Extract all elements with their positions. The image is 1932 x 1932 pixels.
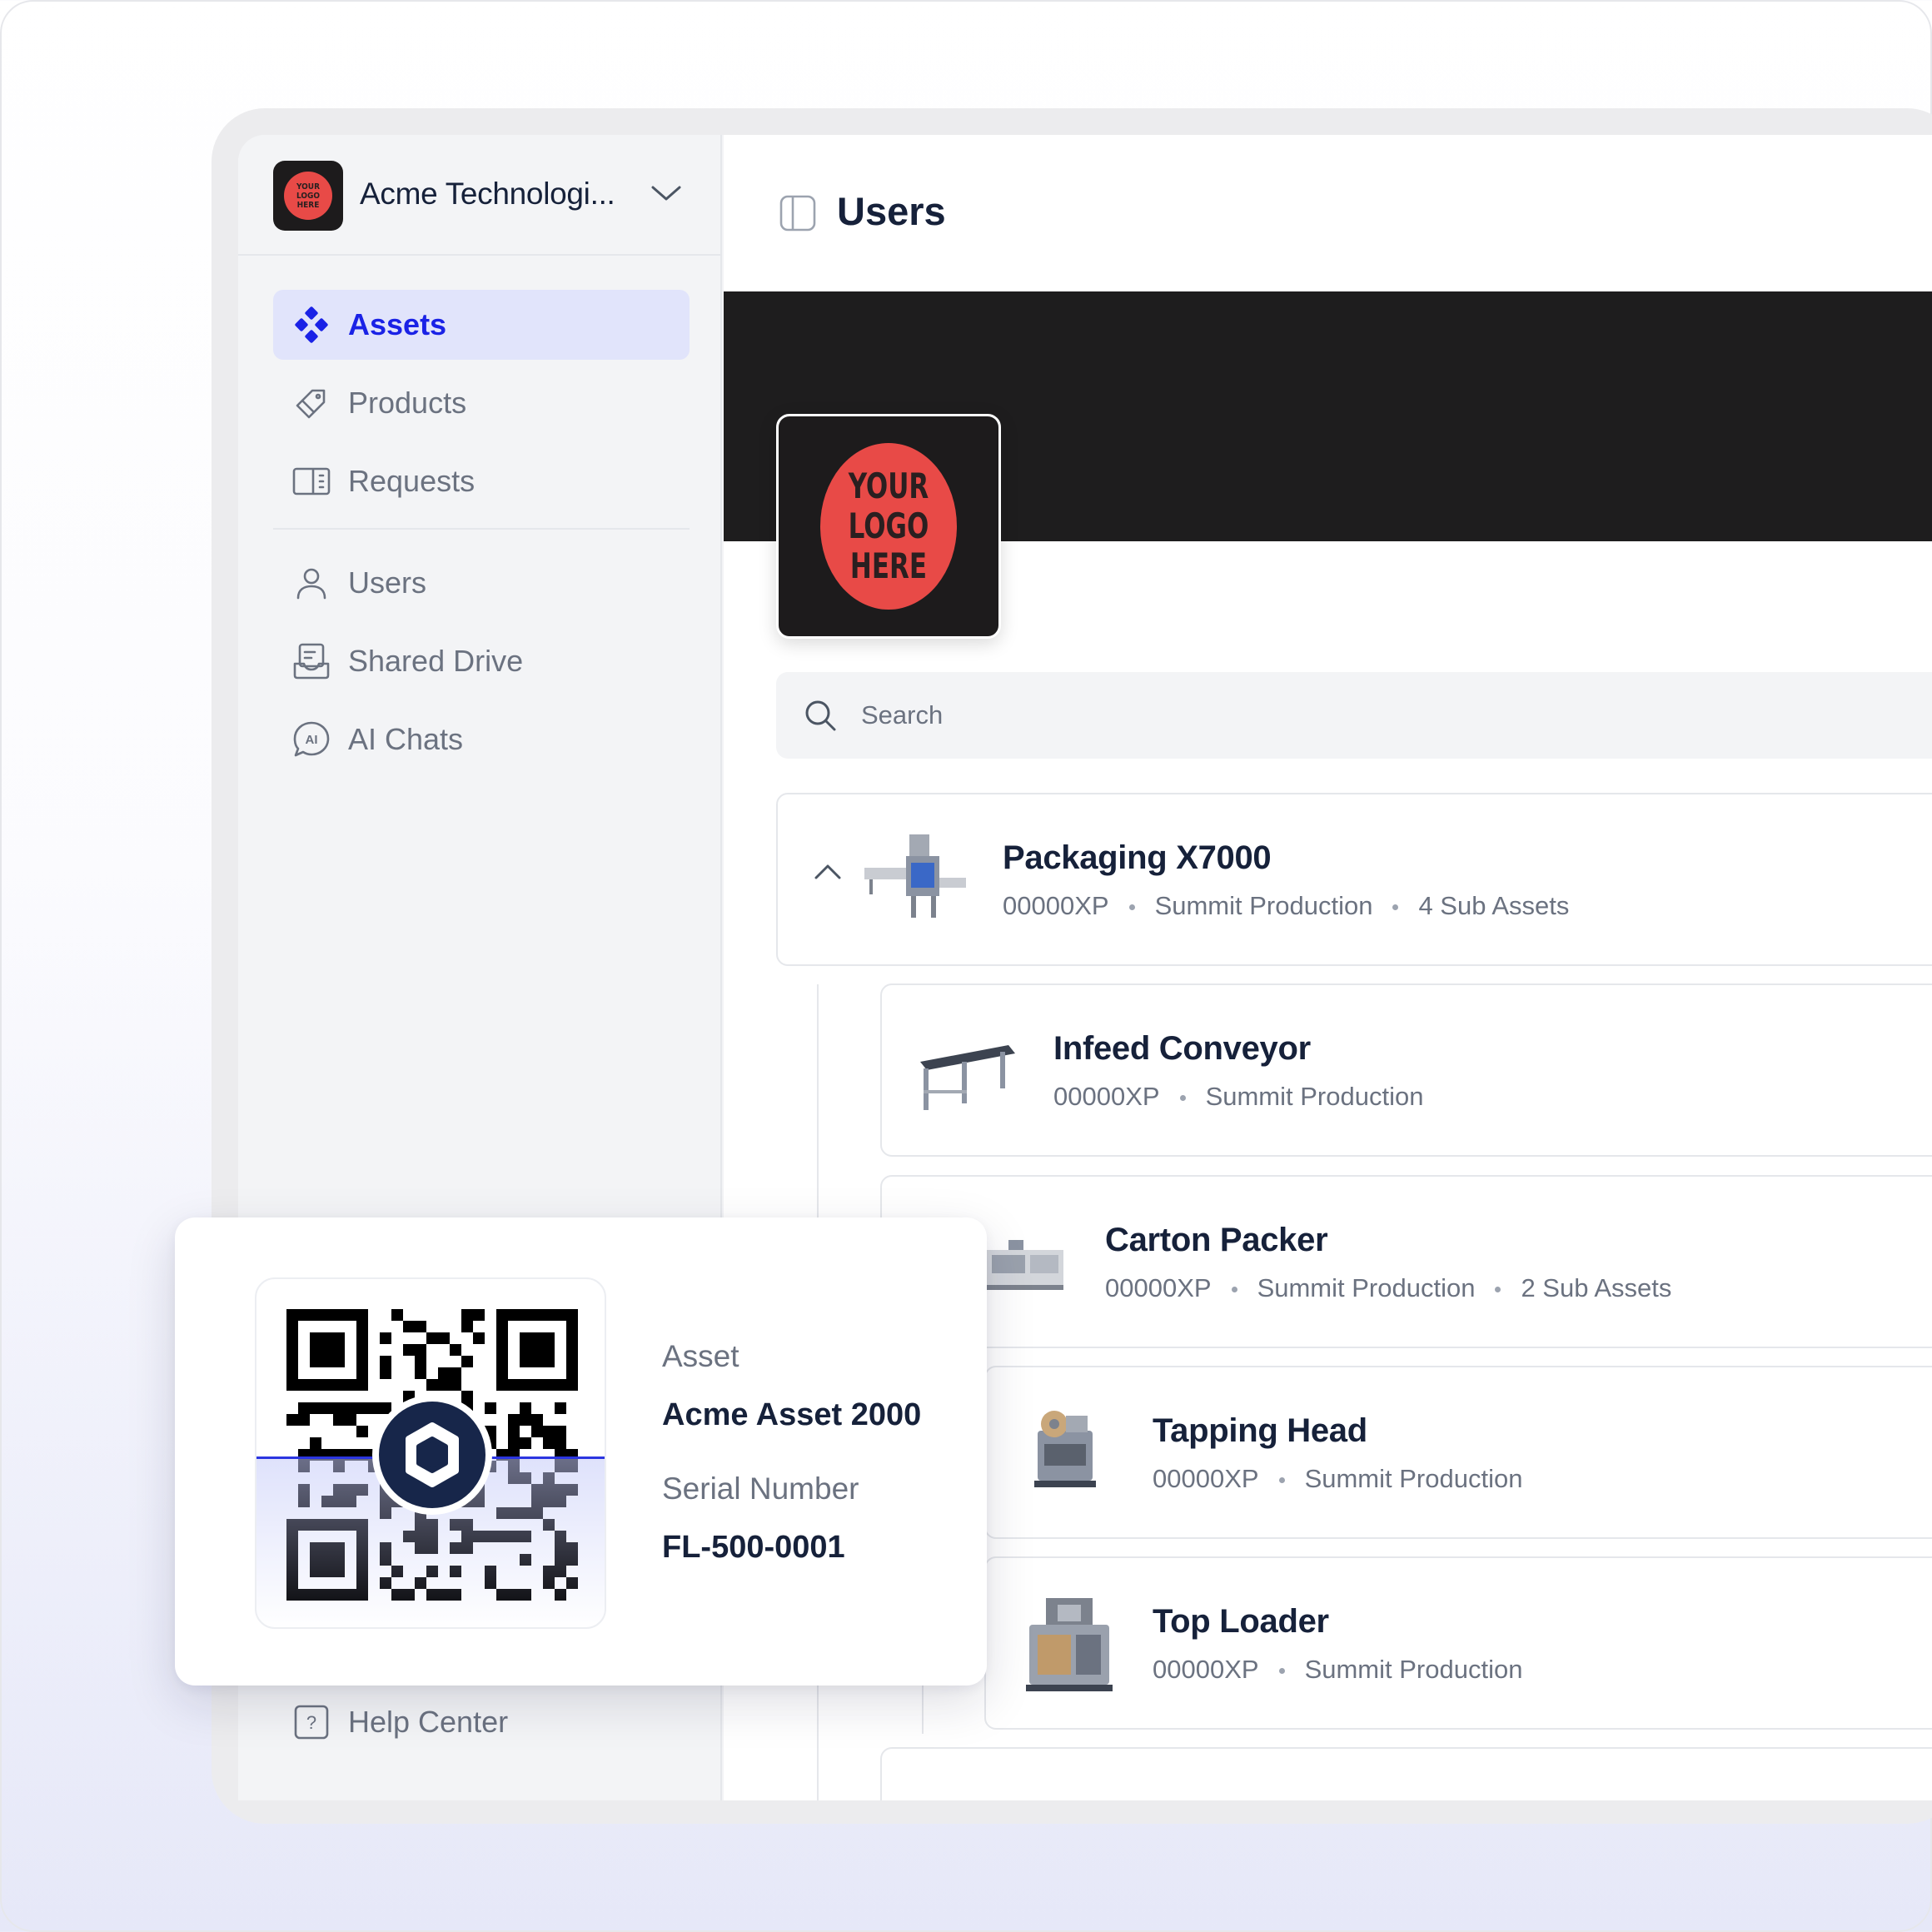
separator-dot <box>1495 1287 1501 1293</box>
sidebar-nav: Assets Products Requests Users Shared Dr… <box>273 290 690 783</box>
asset-name: Top Loader <box>1153 1603 1329 1640</box>
asset-meta: 00000XP Summit Production <box>1153 1464 1522 1494</box>
qr-code-frame <box>255 1277 606 1629</box>
assets-icon <box>290 303 333 346</box>
sidebar-item-label: Products <box>348 386 467 420</box>
qr-asset-card: Asset Acme Asset 2000 Serial Number FL-5… <box>175 1217 987 1686</box>
asset-code: 00000XP <box>1003 891 1109 920</box>
search-input[interactable]: Search <box>776 672 1932 759</box>
page-header: Users <box>724 135 1932 291</box>
asset-row[interactable]: Top Loader 00000XP Summit Production <box>984 1556 1932 1730</box>
sidebar-item-requests[interactable]: Requests <box>273 446 690 516</box>
org-switcher[interactable]: YOUR LOGO HERE Acme Technologi... <box>238 135 722 256</box>
brand-logo-icon <box>372 1395 492 1515</box>
asset-location: Summit Production <box>1304 1655 1523 1684</box>
page-title: Users <box>837 189 946 233</box>
logo-text-line-3: HERE <box>849 545 928 586</box>
separator-dot <box>1392 904 1399 911</box>
help-icon: ? <box>290 1700 333 1744</box>
serial-number-label: Serial Number <box>662 1471 859 1506</box>
asset-name: Carton Packer <box>1105 1222 1328 1258</box>
help-center-link[interactable]: ? Help Center <box>290 1700 508 1744</box>
svg-text:AI: AI <box>306 733 318 747</box>
asset-row[interactable]: Packaging X7000 00000XP Summit Production… <box>776 793 1932 966</box>
asset-value: Acme Asset 2000 <box>662 1397 922 1432</box>
tag-icon <box>290 381 333 425</box>
asset-thumbnail <box>864 834 966 918</box>
sidebar-item-assets[interactable]: Assets <box>273 290 690 360</box>
separator-dot <box>1179 1095 1186 1102</box>
sidebar-item-label: AI Chats <box>348 722 464 756</box>
asset-row[interactable] <box>880 1747 1932 1800</box>
asset-label: Asset <box>662 1339 739 1373</box>
drive-icon <box>290 640 333 683</box>
asset-location: Summit Production <box>1154 891 1373 920</box>
serial-number-value: FL-500-0001 <box>662 1530 845 1565</box>
separator-dot <box>1278 1477 1285 1484</box>
sidebar-item-shared-drive[interactable]: Shared Drive <box>273 626 690 696</box>
asset-code: 00000XP <box>1153 1655 1259 1684</box>
org-logo-text-3: HERE <box>296 200 320 210</box>
sidebar-item-label: Shared Drive <box>348 644 524 678</box>
asset-thumbnail <box>1026 1598 1113 1691</box>
sidebar-item-users[interactable]: Users <box>273 548 690 618</box>
search-icon <box>805 700 836 731</box>
sub-assets-count: 4 Sub Assets <box>1418 891 1570 920</box>
separator-dot <box>1231 1287 1237 1293</box>
asset-thumbnail <box>1034 1411 1096 1487</box>
asset-name: Tapping Head <box>1153 1412 1367 1449</box>
asset-location: Summit Production <box>1257 1273 1476 1302</box>
org-logo-text-1: YOUR <box>296 182 321 192</box>
sidebar-item-label: Requests <box>348 464 476 498</box>
profile-logo: YOUR LOGO HERE <box>776 414 1001 639</box>
asset-meta: 00000XP Summit Production <box>1053 1082 1423 1112</box>
asset-code: 00000XP <box>1105 1273 1212 1302</box>
asset-location: Summit Production <box>1304 1464 1523 1493</box>
nav-divider <box>273 528 690 530</box>
asset-row[interactable]: Tapping Head 00000XP Summit Production <box>984 1366 1932 1539</box>
help-center-label: Help Center <box>348 1705 509 1739</box>
separator-dot <box>1278 1668 1285 1675</box>
sidebar-item-ai-chats[interactable]: AI AI Chats <box>273 705 690 774</box>
asset-meta: 00000XP Summit Production 2 Sub Assets <box>1105 1273 1671 1303</box>
asset-name: Infeed Conveyor <box>1053 1030 1311 1067</box>
chevron-down-icon[interactable] <box>650 181 683 206</box>
org-logo-text-2: LOGO <box>296 191 321 201</box>
asset-meta: 00000XP Summit Production 4 Sub Assets <box>1003 891 1569 921</box>
sub-assets-count: 2 Sub Assets <box>1521 1273 1672 1302</box>
asset-location: Summit Production <box>1205 1082 1424 1111</box>
asset-thumbnail <box>920 1045 1015 1110</box>
sidebar-toggle-icon[interactable] <box>779 194 817 232</box>
asset-thumbnail <box>987 1240 1063 1290</box>
sidebar-item-products[interactable]: Products <box>273 368 690 438</box>
requests-icon <box>290 460 333 503</box>
asset-code: 00000XP <box>1153 1464 1259 1493</box>
asset-row[interactable]: Carton Packer 00000XP Summit Production 2 … <box>880 1175 1932 1348</box>
asset-row[interactable]: Infeed Conveyor 00000XP Summit Production <box>880 983 1932 1157</box>
separator-dot <box>1128 904 1135 911</box>
logo-text-line-1: YOUR <box>848 466 929 506</box>
ai-chat-icon: AI <box>290 718 333 761</box>
asset-code: 00000XP <box>1053 1082 1160 1111</box>
org-logo: YOUR LOGO HERE <box>273 161 343 231</box>
sidebar-item-label: Assets <box>348 307 447 341</box>
chevron-up-icon[interactable] <box>813 861 843 883</box>
asset-name: Packaging X7000 <box>1003 839 1272 876</box>
search-placeholder: Search <box>861 700 944 729</box>
sidebar-item-label: Users <box>348 565 427 600</box>
svg-text:?: ? <box>306 1712 316 1733</box>
org-name: Acme Technologi... <box>360 177 615 211</box>
asset-meta: 00000XP Summit Production <box>1153 1655 1522 1685</box>
logo-text-line-2: LOGO <box>848 505 929 546</box>
user-icon <box>290 561 333 605</box>
